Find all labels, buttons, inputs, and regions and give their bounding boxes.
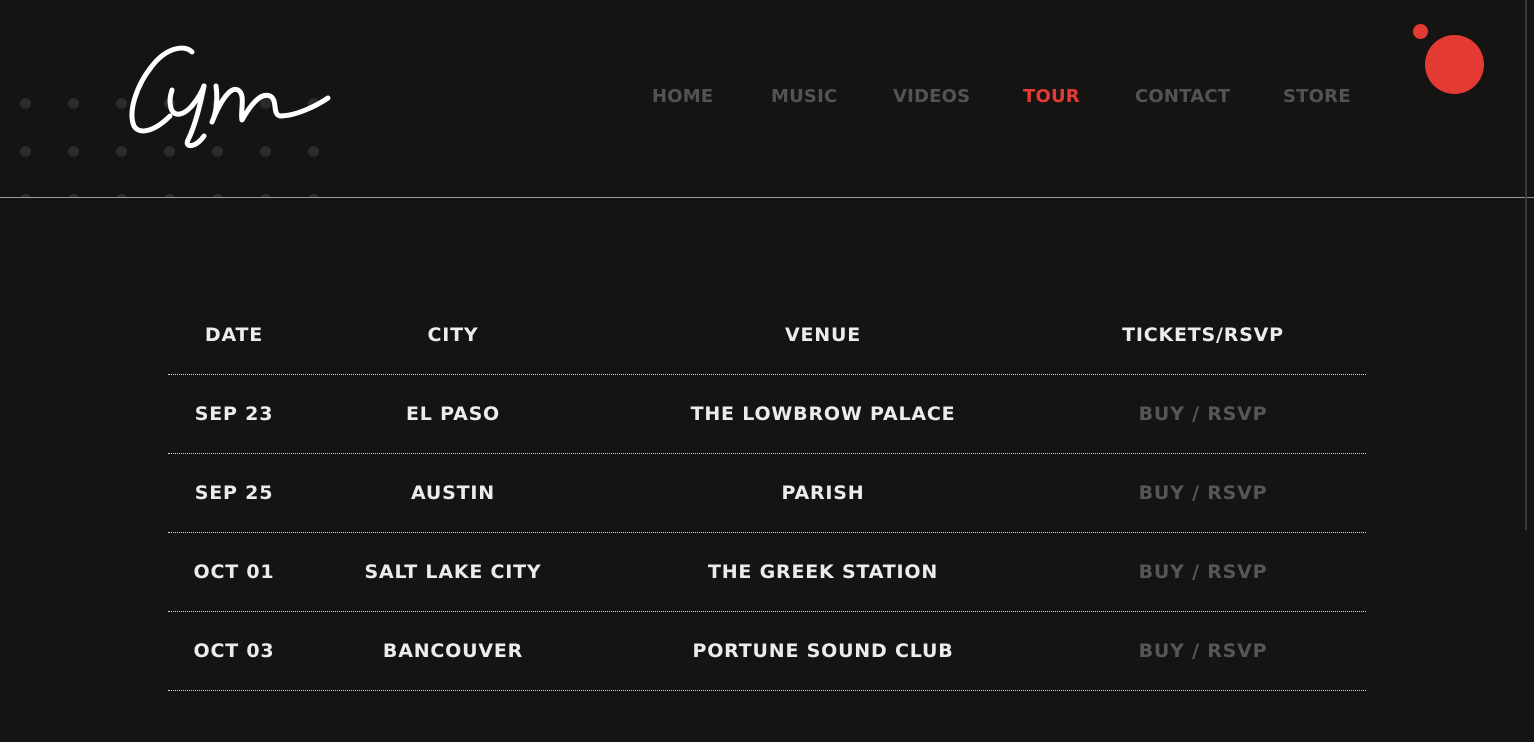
decorative-large-red-dot: [1425, 35, 1484, 94]
site-header: HOME MUSIC VIDEOS TOUR CONTACT STORE: [0, 0, 1534, 198]
page: HOME MUSIC VIDEOS TOUR CONTACT STORE DAT…: [0, 0, 1534, 742]
header-city: CITY: [427, 324, 479, 346]
pattern-dot: [308, 194, 319, 197]
table-row: SEP 23 EL PASO THE LOWBROW PALACE BUY / …: [168, 375, 1366, 454]
decorative-small-red-dot: [1413, 24, 1428, 39]
buy-rsvp-link[interactable]: BUY / RSVP: [1139, 561, 1268, 583]
table-row: SEP 25 AUSTIN PARISH BUY / RSVP: [168, 454, 1366, 533]
pattern-dot: [20, 194, 31, 197]
header-venue: VENUE: [785, 324, 861, 346]
tour-tickets-cell: BUY / RSVP: [1040, 533, 1366, 611]
tour-city: EL PASO: [405, 403, 501, 425]
tour-city: AUSTIN: [411, 482, 495, 504]
buy-rsvp-link[interactable]: BUY / RSVP: [1139, 403, 1268, 425]
pattern-dot: [20, 98, 31, 109]
tour-venue: PORTUNE SOUND CLUB: [692, 640, 954, 662]
table-row: OCT 03 BANCOUVER PORTUNE SOUND CLUB BUY …: [168, 612, 1366, 691]
tour-table: DATE CITY VENUE TICKETS/RSVP SEP 23 EL P…: [168, 296, 1366, 691]
nav-contact-link[interactable]: CONTACT: [1135, 86, 1230, 107]
tour-venue: THE LOWBROW PALACE: [690, 403, 956, 425]
tour-date: OCT 01: [193, 561, 275, 583]
tour-city: SALT LAKE CITY: [364, 561, 542, 583]
nav-tour-link[interactable]: TOUR: [1023, 86, 1080, 107]
table-header-row: DATE CITY VENUE TICKETS/RSVP: [168, 296, 1366, 375]
site-logo[interactable]: [126, 40, 336, 152]
nav-store-link[interactable]: STORE: [1283, 86, 1351, 107]
tour-venue: THE GREEK STATION: [707, 561, 939, 583]
nav-videos-link[interactable]: VIDEOS: [893, 86, 970, 107]
pattern-dot: [20, 146, 31, 157]
tour-date: OCT 03: [193, 640, 275, 662]
tour-tickets-cell: BUY / RSVP: [1040, 454, 1366, 532]
table-row: OCT 01 SALT LAKE CITY THE GREEK STATION …: [168, 533, 1366, 612]
pattern-dot: [116, 194, 127, 197]
buy-rsvp-link[interactable]: BUY / RSVP: [1139, 640, 1268, 662]
pattern-dot: [68, 146, 79, 157]
pattern-dot: [212, 194, 223, 197]
pattern-dot: [68, 194, 79, 197]
tour-date: SEP 23: [194, 403, 274, 425]
tour-tickets-cell: BUY / RSVP: [1040, 375, 1366, 453]
tour-tickets-cell: BUY / RSVP: [1040, 612, 1366, 690]
tour-city: BANCOUVER: [382, 640, 524, 662]
scrollbar[interactable]: [1525, 0, 1527, 530]
buy-rsvp-link[interactable]: BUY / RSVP: [1139, 482, 1268, 504]
nav-home-link[interactable]: HOME: [652, 86, 713, 107]
pattern-dot: [164, 194, 175, 197]
nav-music-link[interactable]: MUSIC: [771, 86, 837, 107]
pattern-dot: [68, 98, 79, 109]
tour-venue: PARISH: [781, 482, 865, 504]
pattern-dot: [260, 194, 271, 197]
header-date: DATE: [204, 324, 264, 346]
tour-date: SEP 25: [194, 482, 274, 504]
header-tickets: TICKETS/RSVP: [1122, 324, 1284, 346]
